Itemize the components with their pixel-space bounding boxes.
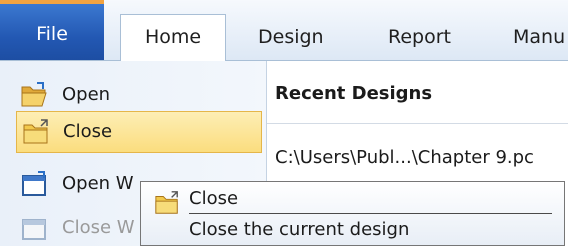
close-folder-icon bbox=[155, 191, 178, 214]
tab-home[interactable]: Home bbox=[120, 14, 226, 61]
tab-design[interactable]: Design bbox=[258, 14, 324, 60]
tab-report[interactable]: Report bbox=[388, 14, 451, 60]
close-window-icon bbox=[22, 219, 46, 240]
divider bbox=[267, 123, 568, 124]
open-window-icon bbox=[22, 171, 46, 196]
ribbon-tab-strip: File Home Design Report Manu bbox=[0, 0, 568, 61]
recent-designs-title: Recent Designs bbox=[275, 83, 433, 104]
tab-file[interactable]: File bbox=[0, 0, 104, 60]
close-tooltip: Close Close the current design bbox=[140, 181, 565, 246]
menu-item-close[interactable]: Close bbox=[16, 111, 262, 153]
tooltip-title: Close bbox=[189, 188, 239, 209]
tooltip-description: Close the current design bbox=[189, 219, 410, 240]
menu-item-label: Open bbox=[62, 84, 111, 105]
recent-design-item[interactable]: C:\Users\Publ...\Chapter 9.pc bbox=[275, 147, 534, 168]
menu-item-label: Close W bbox=[62, 217, 135, 238]
tooltip-divider bbox=[189, 213, 552, 214]
close-folder-icon bbox=[23, 119, 48, 144]
tab-manu[interactable]: Manu bbox=[513, 14, 565, 60]
menu-item-label: Open W bbox=[62, 173, 134, 194]
open-folder-icon bbox=[21, 82, 47, 107]
menu-item-label: Close bbox=[63, 121, 113, 142]
